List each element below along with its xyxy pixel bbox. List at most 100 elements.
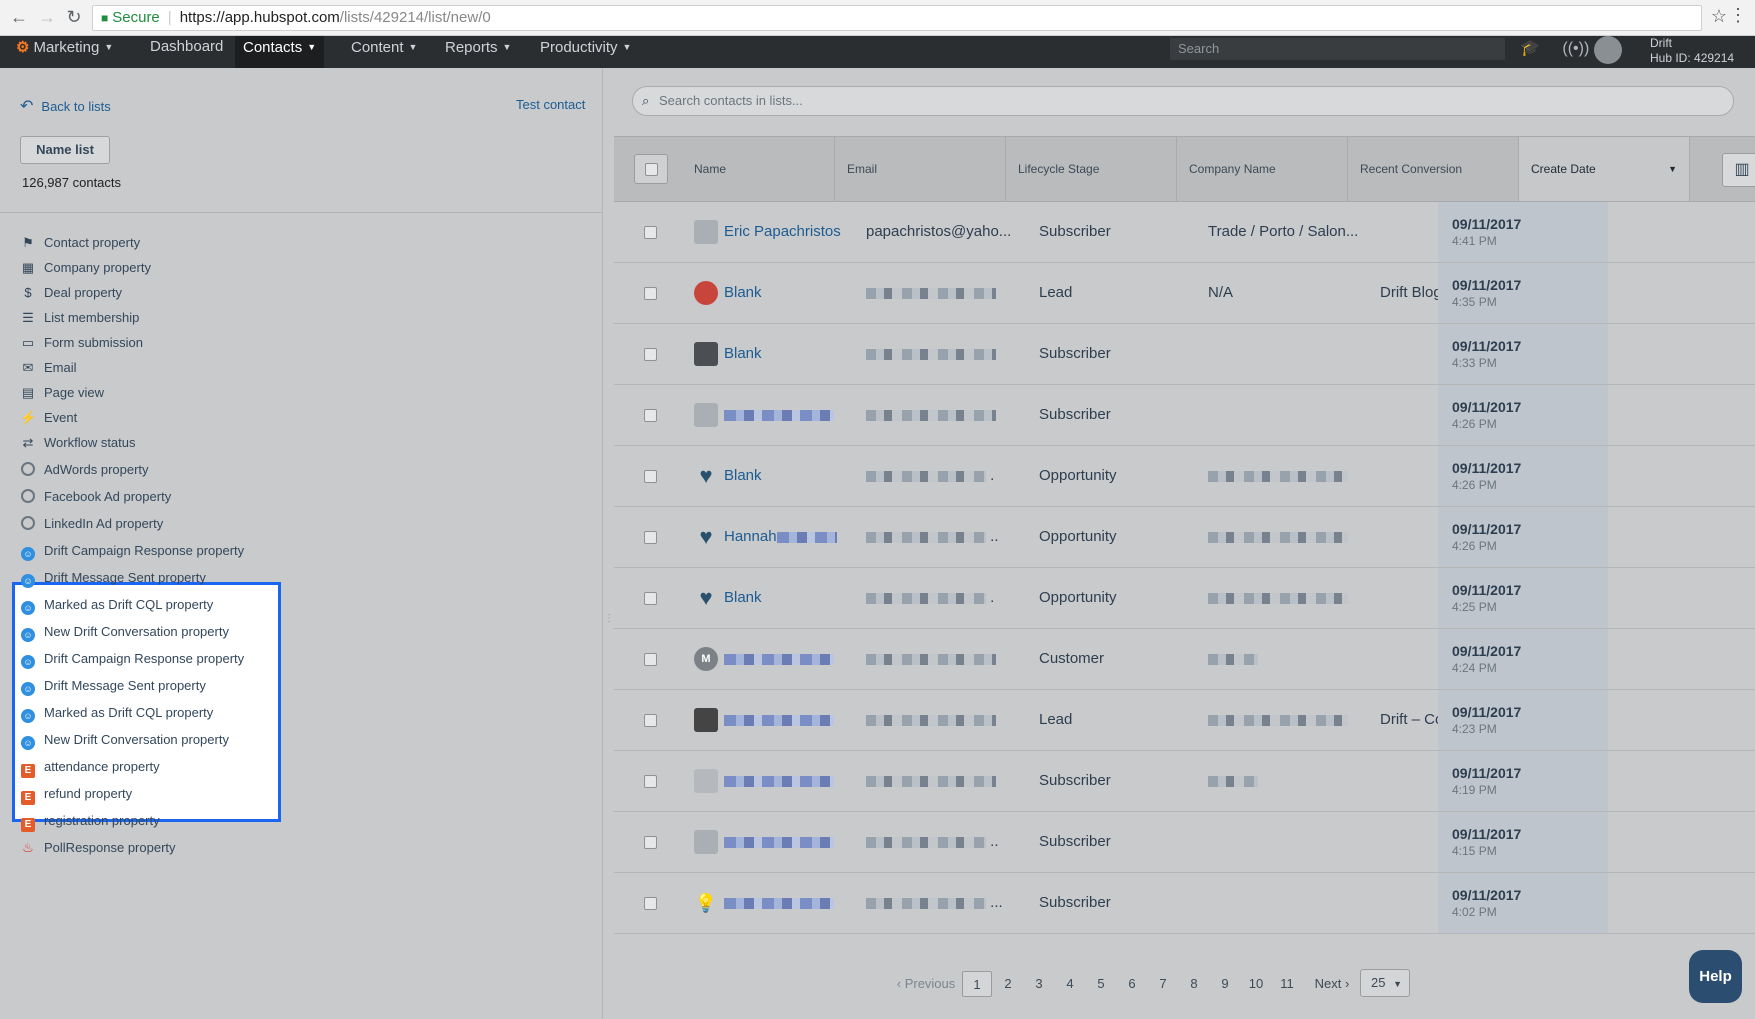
table-row[interactable]: Subscriber 09/11/2017 4:19 PM: [614, 751, 1755, 812]
reload-icon[interactable]: ↻: [63, 6, 85, 28]
row-checkbox[interactable]: [644, 348, 657, 361]
page-number-button[interactable]: 7: [1148, 971, 1178, 997]
global-search-input[interactable]: Search: [1170, 38, 1505, 60]
table-row[interactable]: Blank LeadN/ADrift Blog: Drift Chat09/11…: [614, 263, 1755, 324]
browser-menu-icon[interactable]: ⋮: [1729, 5, 1747, 26]
nav-contacts[interactable]: Contacts ▼: [235, 36, 325, 68]
column-name[interactable]: Name: [682, 137, 835, 201]
academy-cap-icon[interactable]: 🎓: [1520, 40, 1540, 57]
row-checkbox[interactable]: [644, 226, 657, 239]
address-bar[interactable]: ■ Secure | https://app.hubspot.com/lists/42…: [92, 5, 1702, 31]
filter-option[interactable]: ▤ Page view: [20, 382, 104, 404]
bookmark-star-icon[interactable]: ☆: [1711, 6, 1727, 27]
page-number-button[interactable]: 1: [962, 971, 992, 997]
table-row[interactable]: 💡 ... Subscriber 09/11/2017 4:02 PM: [614, 873, 1755, 934]
filter-option[interactable]: ☰ List membership: [20, 307, 139, 329]
contact-name-link[interactable]: [694, 751, 834, 811]
row-checkbox[interactable]: [644, 470, 657, 483]
filter-option[interactable]: ▦ Company property: [20, 257, 151, 279]
select-all-checkbox[interactable]: [634, 154, 668, 184]
row-checkbox[interactable]: [644, 592, 657, 605]
help-button[interactable]: Help: [1689, 950, 1742, 1003]
nav-dashboard[interactable]: Dashboard: [142, 36, 231, 68]
contact-name-link[interactable]: Blank: [694, 324, 762, 384]
page-number-button[interactable]: 6: [1117, 971, 1147, 997]
row-checkbox[interactable]: [644, 287, 657, 300]
filter-option[interactable]: ☺ Marked as Drift CQL property: [20, 702, 213, 724]
filter-option[interactable]: ☺ Marked as Drift CQL property: [20, 594, 213, 616]
filter-option[interactable]: $ Deal property: [20, 282, 122, 304]
next-page-button[interactable]: Next ›: [1310, 971, 1354, 997]
table-row[interactable]: M Customer 09/11/2017 4:24 PM: [614, 629, 1755, 690]
filter-option[interactable]: LinkedIn Ad property: [20, 513, 163, 535]
previous-page-button[interactable]: ‹ Previous: [896, 971, 956, 997]
row-checkbox[interactable]: [644, 836, 657, 849]
filter-option[interactable]: ▭ Form submission: [20, 332, 143, 354]
page-number-button[interactable]: 9: [1210, 971, 1240, 997]
filter-option[interactable]: ☺ New Drift Conversation property: [20, 621, 229, 643]
page-number-button[interactable]: 2: [993, 971, 1023, 997]
nav-productivity[interactable]: Productivity ▼: [532, 36, 639, 68]
page-number-button[interactable]: 10: [1241, 971, 1271, 997]
nav-content[interactable]: Content ▼: [343, 36, 425, 68]
back-arrow-icon[interactable]: ←: [8, 6, 30, 28]
nav-reports[interactable]: Reports ▼: [437, 36, 519, 68]
table-row[interactable]: Eric Papachristos papachristos@yaho... Sub…: [614, 202, 1755, 263]
notifications-broadcast-icon[interactable]: ((•)): [1562, 40, 1589, 57]
row-checkbox[interactable]: [644, 897, 657, 910]
column-recent-conversion[interactable]: Recent Conversion: [1348, 137, 1519, 201]
column-create-date[interactable]: Create Date ▼: [1519, 137, 1690, 201]
contact-name-link[interactable]: Blank: [694, 263, 762, 323]
test-contact-link[interactable]: Test contact: [516, 97, 585, 112]
row-checkbox[interactable]: [644, 775, 657, 788]
filter-option[interactable]: ☺ Drift Campaign Response property: [20, 648, 244, 670]
contact-name-link[interactable]: [694, 385, 834, 445]
contact-name-link[interactable]: [694, 812, 834, 872]
filter-option[interactable]: ⇄ Workflow status: [20, 432, 136, 454]
column-company-name[interactable]: Company Name: [1177, 137, 1348, 201]
table-row[interactable]: .. Subscriber 09/11/2017 4:15 PM: [614, 812, 1755, 873]
filter-option[interactable]: Facebook Ad property: [20, 486, 171, 508]
column-email[interactable]: Email: [835, 137, 1006, 201]
filter-option[interactable]: ☺ Drift Message Sent property: [20, 675, 206, 697]
filter-option[interactable]: Erefund property: [20, 783, 132, 805]
filter-option[interactable]: ☺ New Drift Conversation property: [20, 729, 229, 751]
column-settings-icon[interactable]: ▥: [1722, 153, 1755, 187]
table-row[interactable]: LeadDrift – Conversation-...09/11/20174:…: [614, 690, 1755, 751]
table-row[interactable]: ♥ Blank . Opportunity 09/11/2017 4:25 PM: [614, 568, 1755, 629]
table-row[interactable]: Blank Subscriber 09/11/2017 4:33 PM: [614, 324, 1755, 385]
table-row[interactable]: ♥ Blank . Opportunity 09/11/2017 4:26 PM: [614, 446, 1755, 507]
contact-name-link[interactable]: 💡: [694, 873, 834, 933]
page-number-button[interactable]: 4: [1055, 971, 1085, 997]
row-checkbox[interactable]: [644, 714, 657, 727]
page-number-button[interactable]: 8: [1179, 971, 1209, 997]
column-lifecycle-stage[interactable]: Lifecycle Stage: [1006, 137, 1177, 201]
filter-option[interactable]: ⚑ Contact property: [20, 232, 140, 254]
search-contacts-input[interactable]: ⌕ Search contacts in lists...: [632, 86, 1734, 116]
nav-marketing[interactable]: ⚙ Marketing ▼: [8, 36, 121, 68]
row-checkbox[interactable]: [644, 409, 657, 422]
filter-option[interactable]: ☺ Drift Message Sent property: [20, 567, 206, 589]
forward-arrow-icon[interactable]: →: [36, 6, 58, 28]
filter-option[interactable]: ⚡ Event: [20, 407, 77, 429]
filter-option[interactable]: AdWords property: [20, 459, 149, 481]
page-number-button[interactable]: 5: [1086, 971, 1116, 997]
user-avatar[interactable]: [1594, 36, 1622, 64]
table-row[interactable]: ♥ Hannah .. Opportunity 09/11/2017 4:26 PM: [614, 507, 1755, 568]
contact-name-link[interactable]: Eric Papachristos: [694, 202, 841, 262]
contact-name-link[interactable]: [694, 690, 834, 750]
filter-option[interactable]: ✉ Email: [20, 357, 77, 379]
per-page-select[interactable]: 25 ▼: [1360, 969, 1410, 997]
name-list-button[interactable]: Name list: [20, 136, 110, 164]
filter-option[interactable]: ♨ PollResponse property: [20, 837, 175, 859]
contact-name-link[interactable]: ♥ Blank: [694, 568, 761, 628]
filter-option[interactable]: Eregistration property: [20, 810, 160, 832]
filter-option[interactable]: ☺ Drift Campaign Response property: [20, 540, 244, 562]
account-info[interactable]: Drift Hub ID: 429214: [1650, 36, 1734, 66]
table-row[interactable]: Subscriber 09/11/2017 4:26 PM: [614, 385, 1755, 446]
contact-name-link[interactable]: M: [694, 629, 834, 689]
page-number-button[interactable]: 11: [1272, 971, 1302, 997]
page-number-button[interactable]: 3: [1024, 971, 1054, 997]
filter-option[interactable]: Eattendance property: [20, 756, 160, 778]
back-to-lists-link[interactable]: ↶ Back to lists: [20, 96, 111, 116]
